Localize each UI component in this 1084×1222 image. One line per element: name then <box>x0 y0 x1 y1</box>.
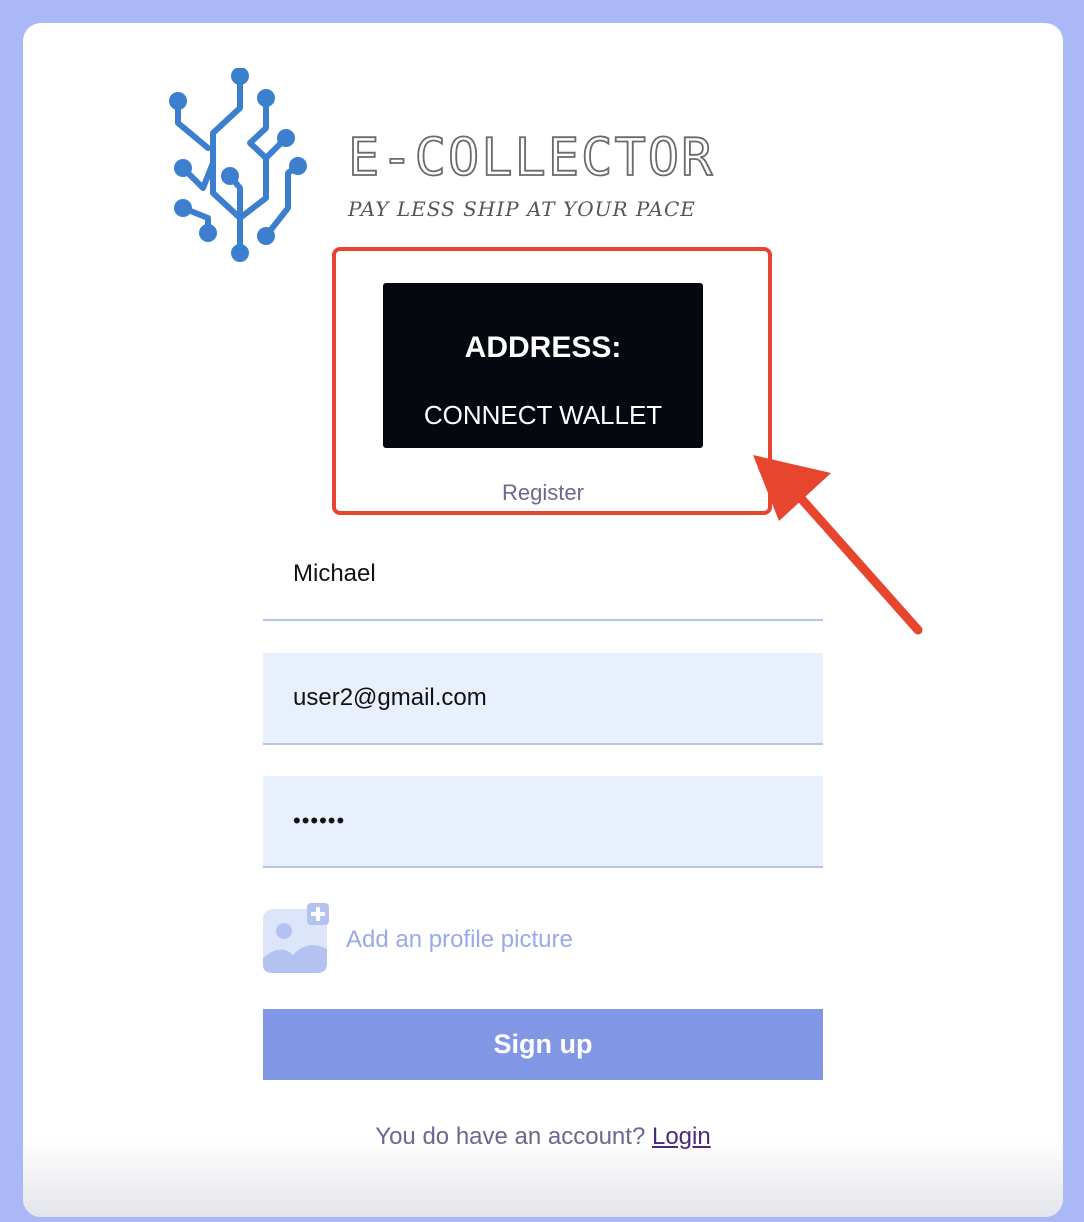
signup-button[interactable]: Sign up <box>263 1009 823 1080</box>
login-prompt-text: You do have an account? <box>375 1123 646 1150</box>
login-prompt: You do have an account? Login <box>263 1123 823 1151</box>
profile-picture-upload-label[interactable]: Add an profile picture <box>346 926 573 954</box>
circuit-tree-logo <box>169 68 307 262</box>
add-image-icon[interactable] <box>263 903 329 973</box>
connect-wallet-label: CONNECT WALLET <box>423 400 663 430</box>
name-input[interactable] <box>263 529 823 619</box>
password-input[interactable] <box>263 776 823 866</box>
email-input[interactable] <box>263 653 823 743</box>
wallet-address-label: ADDRESS: <box>464 331 622 364</box>
register-link[interactable]: Register <box>383 480 703 506</box>
email-field[interactable] <box>263 653 823 745</box>
name-field[interactable] <box>263 529 823 621</box>
signup-card: E-COLLECTOR PAY LESS SHIP AT YOUR PACE A… <box>23 23 1063 1217</box>
password-field[interactable] <box>263 776 823 868</box>
brand-tagline: PAY LESS SHIP AT YOUR PACE <box>348 197 696 221</box>
brand-name: E-COLLECTOR <box>347 127 715 189</box>
connect-wallet-button[interactable]: ADDRESS: CONNECT WALLET <box>383 283 703 448</box>
login-link[interactable]: Login <box>652 1123 711 1150</box>
